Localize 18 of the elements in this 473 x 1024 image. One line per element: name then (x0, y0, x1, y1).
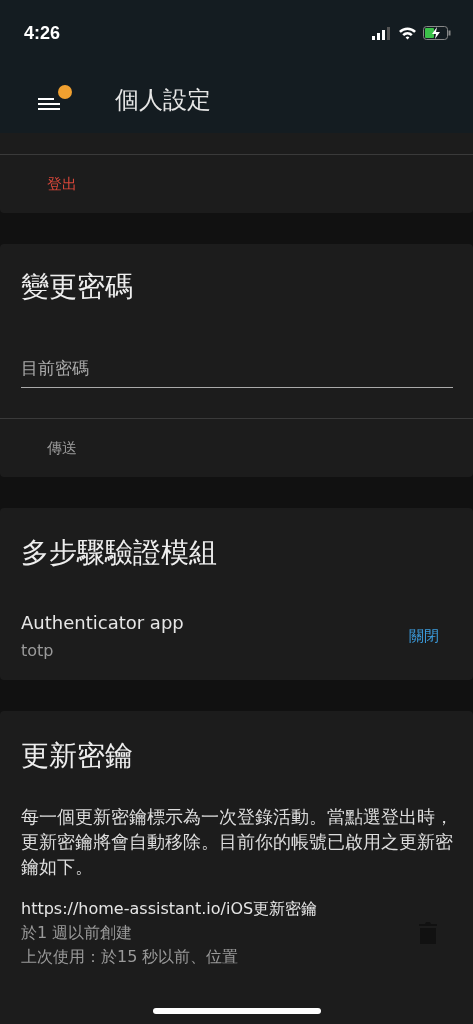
page-title: 個人設定 (115, 84, 211, 116)
wifi-icon (398, 26, 417, 40)
card-title: 多步驟驗證模組 (20, 535, 218, 571)
card-title: 變更密碼 (20, 269, 134, 305)
battery-charging-icon (423, 26, 451, 40)
status-time: 4:26 (24, 22, 61, 44)
submit-button[interactable]: 傳送 (0, 419, 77, 477)
description-text: 每一個更新密鑰標示為一次登錄活動。當點選登出時，更新密鑰將會自動移除。目前你的帳號已啟用之更新密鑰如下。 (20, 806, 454, 879)
logout-button[interactable]: 登出 (0, 155, 77, 213)
password-field[interactable]: 目前密碼 (21, 358, 453, 388)
card-title: 更新密鑰 (20, 738, 134, 774)
signal-icon (372, 26, 392, 40)
token-created: 於1 週以前創建 (21, 922, 134, 944)
token-last-used: 上次使用：於15 秒以前、位置 (21, 946, 240, 968)
module-name: Authenticator app (21, 612, 184, 633)
module-id: totp (21, 641, 55, 660)
token-name: https://home-assistant.io/iOS更新密鑰 (21, 898, 318, 920)
disable-button[interactable]: 關閉 (409, 626, 439, 646)
